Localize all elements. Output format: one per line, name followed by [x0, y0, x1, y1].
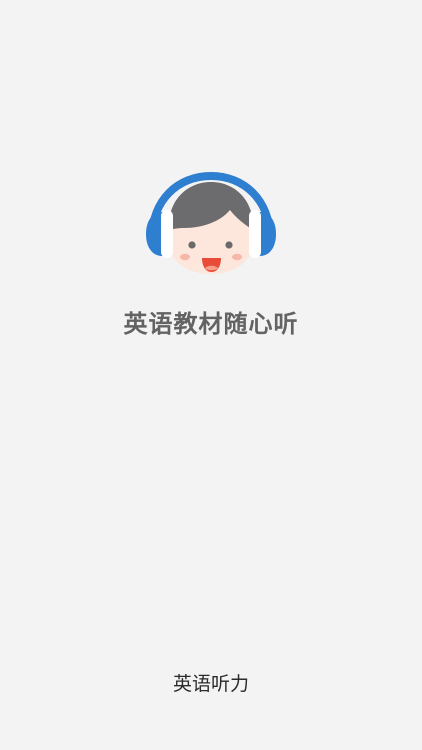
- kid-with-headphones-icon: [146, 172, 276, 274]
- footer-label: 英语听力: [172, 673, 249, 695]
- splash-screen: 英语教材随心听 英语听力: [0, 0, 422, 750]
- app-title: 英语教材随心听: [123, 310, 299, 338]
